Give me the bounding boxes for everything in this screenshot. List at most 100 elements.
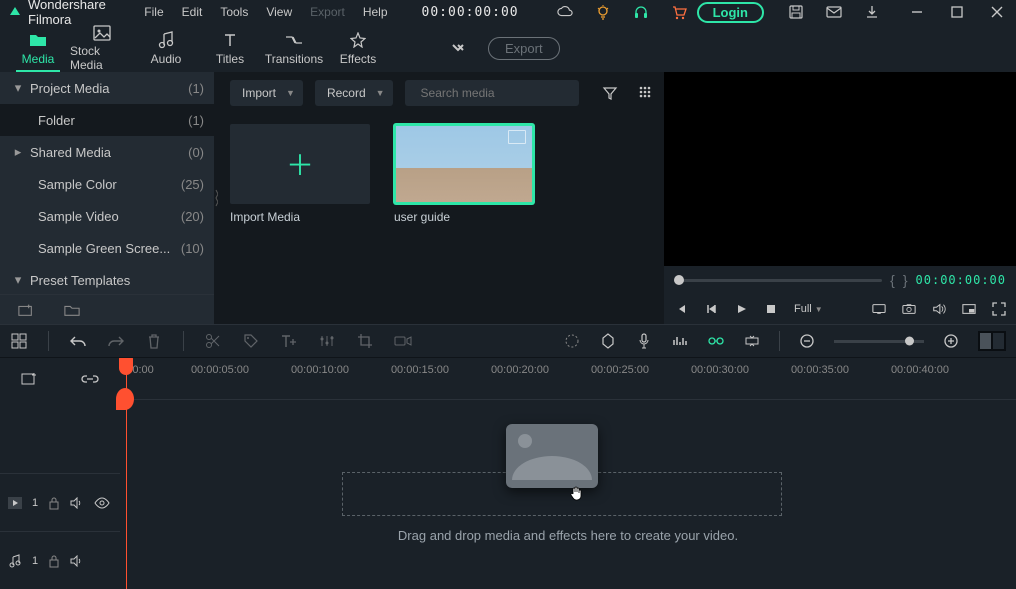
timeline-body[interactable]: 00:00 00:00:05:00 00:00:10:00 00:00:15:0… [120,358,1016,589]
lock-icon[interactable] [48,554,60,568]
scrub-slider[interactable] [674,279,882,282]
tab-titles[interactable]: Titles [198,24,262,72]
timeline-view-toggle[interactable] [978,331,1006,351]
mark-out-button[interactable]: } [903,272,908,288]
tab-label: Titles [216,52,244,66]
cloud-icon[interactable] [557,4,573,20]
stop-button[interactable] [764,302,778,316]
media-item-import[interactable]: ＋ Import Media [230,124,370,224]
sidebar-item-sample-video[interactable]: Sample Video (20) [0,200,214,232]
timeline-tracks[interactable]: Drag and drop media and effects here to … [120,400,1016,589]
lock-icon[interactable] [48,496,60,510]
menu-help[interactable]: Help [363,5,388,19]
sidebar-item-preset-templates[interactable]: ▾ Preset Templates [0,264,214,294]
zoom-out-icon[interactable] [798,332,816,350]
timeline-ruler[interactable]: 00:00 00:00:05:00 00:00:10:00 00:00:15:0… [120,358,1016,400]
menu-edit[interactable]: Edit [182,5,203,19]
add-track-icon[interactable] [21,371,39,387]
split-icon[interactable] [204,332,222,350]
tab-effects[interactable]: Effects [326,24,390,72]
mark-in-button[interactable]: { [890,272,895,288]
close-icon[interactable] [990,5,1004,19]
tab-transitions[interactable]: Transitions [262,24,326,72]
display-icon[interactable] [872,302,886,316]
snap-icon[interactable] [743,332,761,350]
sidebar-tree: ▾ Project Media (1) Folder (1) ▸ Shared … [0,72,214,294]
sidebar-item-project-media[interactable]: ▾ Project Media (1) [0,72,214,104]
tab-media[interactable]: Media [6,24,70,72]
menu-view[interactable]: View [266,5,292,19]
menu-tools[interactable]: Tools [220,5,248,19]
render-icon[interactable] [563,332,581,350]
text-add-icon[interactable] [280,332,298,350]
mail-icon[interactable] [826,4,842,20]
chevron-down-icon: ▾ [10,272,26,288]
more-panels-icon[interactable] [450,42,470,54]
sidebar-item-shared-media[interactable]: ▸ Shared Media (0) [0,136,214,168]
add-folder-icon[interactable] [18,302,34,318]
zoom-in-icon[interactable] [942,332,960,350]
crop-icon[interactable] [356,332,374,350]
auto-ripple-icon[interactable] [707,332,725,350]
tab-stock-media[interactable]: Stock Media [70,24,134,72]
zoom-slider[interactable] [834,340,924,343]
video-track-header[interactable]: 1 [0,473,120,531]
fullscreen-icon[interactable] [992,302,1006,316]
chevron-down-icon: ▾ [10,80,26,96]
search-media[interactable] [405,80,579,106]
prev-frame-button[interactable] [674,302,688,316]
quality-dropdown[interactable]: Full ▼ [794,303,823,315]
step-back-button[interactable] [704,302,718,316]
titlebar: Wondershare Filmora File Edit Tools View… [0,0,1016,24]
redo-icon[interactable] [107,332,125,350]
preview-canvas[interactable] [664,72,1016,266]
audio-track-header[interactable]: 1 [0,531,120,589]
folder-icon[interactable] [64,302,80,318]
titlebar-icons [557,4,687,20]
lightbulb-icon[interactable] [595,4,611,20]
voiceover-icon[interactable] [635,332,653,350]
adjust-icon[interactable] [318,332,336,350]
sidebar-item-sample-color[interactable]: Sample Color (25) [0,168,214,200]
tag-icon[interactable] [242,332,260,350]
sidebar-item-folder[interactable]: Folder (1) [0,104,214,136]
cart-icon[interactable] [671,4,687,20]
playhead[interactable] [126,358,127,589]
download-icon[interactable] [864,4,880,20]
media-item-user-guide[interactable]: user guide [394,124,534,224]
link-icon[interactable] [81,372,99,386]
undo-icon[interactable] [69,332,87,350]
minimize-icon[interactable] [910,5,924,19]
pip-icon[interactable] [962,302,976,316]
save-icon[interactable] [788,4,804,20]
import-dropdown[interactable]: Import ▼ [230,80,303,106]
headphones-icon[interactable] [633,4,649,20]
visibility-icon[interactable] [94,497,110,509]
tab-label: Stock Media [70,44,134,72]
record-dropdown[interactable]: Record ▼ [315,80,393,106]
ruler-tick: 00:00:10:00 [291,364,349,376]
tab-audio[interactable]: Audio [134,24,198,72]
play-button[interactable] [734,302,748,316]
search-input[interactable] [421,86,576,100]
delete-icon[interactable] [145,332,163,350]
login-button[interactable]: Login [697,2,764,23]
mute-icon[interactable] [70,497,84,509]
filter-icon[interactable] [602,85,618,101]
sidebar-item-sample-green-screen[interactable]: Sample Green Scree... (10) [0,232,214,264]
export-button[interactable]: Export [488,37,560,60]
mixer-icon[interactable] [671,332,689,350]
volume-icon[interactable] [932,302,946,316]
mute-icon[interactable] [70,555,84,567]
speed-icon[interactable] [394,332,412,350]
transition-icon [285,30,303,50]
layout-icon[interactable] [10,332,28,350]
tab-label: Media [22,52,55,66]
marker-icon[interactable] [599,332,617,350]
track-index: 1 [32,497,38,509]
grid-view-icon[interactable] [638,85,652,101]
snapshot-icon[interactable] [902,302,916,316]
app-logo-icon [8,5,22,19]
menu-file[interactable]: File [144,5,163,19]
maximize-icon[interactable] [950,5,964,19]
